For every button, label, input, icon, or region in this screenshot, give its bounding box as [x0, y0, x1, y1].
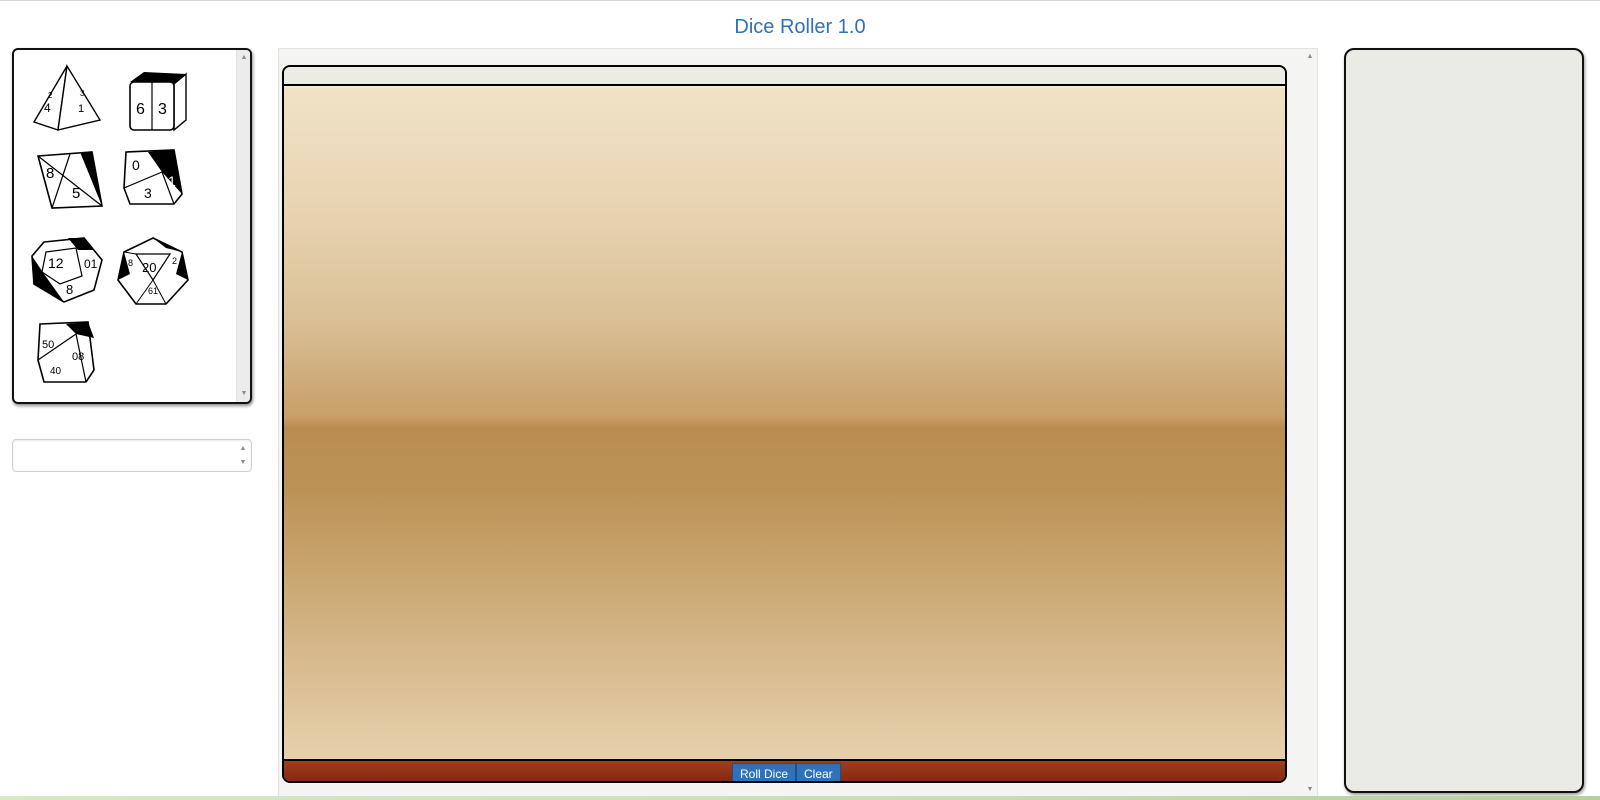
svg-text:20: 20: [142, 260, 156, 275]
window-bottom-edge: [0, 796, 1600, 800]
scroll-up-arrow-icon[interactable]: ▲: [237, 52, 250, 64]
svg-text:0: 0: [132, 157, 140, 173]
dice-palette-scrollbar[interactable]: ▲ ▼: [236, 50, 250, 402]
svg-text:01: 01: [84, 257, 98, 271]
d4-die-icon[interactable]: 4 1 2 3: [28, 62, 106, 136]
page-title: Dice Roller 1.0: [734, 16, 866, 38]
svg-text:2: 2: [48, 91, 53, 100]
d20-die-icon[interactable]: 20 8 2 61: [114, 234, 192, 308]
svg-text:3: 3: [144, 185, 152, 201]
svg-text:61: 61: [148, 286, 158, 296]
dice-table-header: [284, 67, 1285, 86]
dice-palette: 4 1 2 3 6 3 8 5 0 3 1 12 01 8 20 8 2 61 …: [12, 48, 252, 404]
svg-text:1: 1: [168, 173, 176, 189]
d8-die-icon[interactable]: 8 5: [30, 148, 108, 222]
svg-text:3: 3: [158, 101, 167, 118]
scroll-down-arrow-icon[interactable]: ▼: [1303, 786, 1317, 793]
dice-grid: 4 1 2 3 6 3 8 5 0 3 1 12 01 8 20 8 2 61 …: [14, 50, 238, 402]
d6-die-icon[interactable]: 6 3: [116, 64, 194, 138]
dice-expression-field: ▲ ▼: [12, 439, 252, 472]
window-top-edge: [0, 0, 1600, 1]
main-area-scrollbar[interactable]: ▲ ▼: [1303, 49, 1317, 799]
scroll-down-arrow-icon[interactable]: ▼: [237, 388, 250, 400]
dice-rolling-surface[interactable]: [284, 88, 1285, 759]
svg-text:5: 5: [72, 185, 80, 202]
d10-die-icon[interactable]: 0 3 1: [118, 148, 196, 222]
expression-spinner[interactable]: ▲ ▼: [237, 442, 249, 470]
spinner-down-icon[interactable]: ▼: [237, 456, 249, 470]
svg-text:40: 40: [50, 366, 62, 377]
d100-die-icon[interactable]: 50 08 40: [32, 320, 110, 394]
dice-table-footer: Roll Dice Clear: [284, 759, 1285, 781]
dice-expression-input[interactable]: [19, 446, 219, 466]
scroll-up-arrow-icon[interactable]: ▲: [1303, 53, 1317, 60]
svg-text:8: 8: [66, 282, 73, 297]
results-panel: [1344, 48, 1584, 793]
svg-text:8: 8: [128, 258, 133, 268]
svg-text:50: 50: [42, 339, 54, 351]
svg-text:6: 6: [136, 101, 145, 118]
dice-table: Roll Dice Clear: [282, 65, 1287, 783]
svg-text:8: 8: [46, 165, 54, 182]
svg-text:1: 1: [78, 103, 84, 115]
roll-dice-button[interactable]: Roll Dice: [732, 763, 797, 781]
clear-button[interactable]: Clear: [796, 763, 841, 781]
d12-die-icon[interactable]: 12 01 8: [28, 234, 106, 308]
svg-text:4: 4: [44, 101, 51, 115]
svg-text:2: 2: [172, 256, 177, 266]
svg-text:3: 3: [80, 89, 85, 98]
svg-text:12: 12: [48, 255, 64, 271]
svg-text:08: 08: [72, 351, 84, 363]
spinner-up-icon[interactable]: ▲: [237, 442, 249, 456]
